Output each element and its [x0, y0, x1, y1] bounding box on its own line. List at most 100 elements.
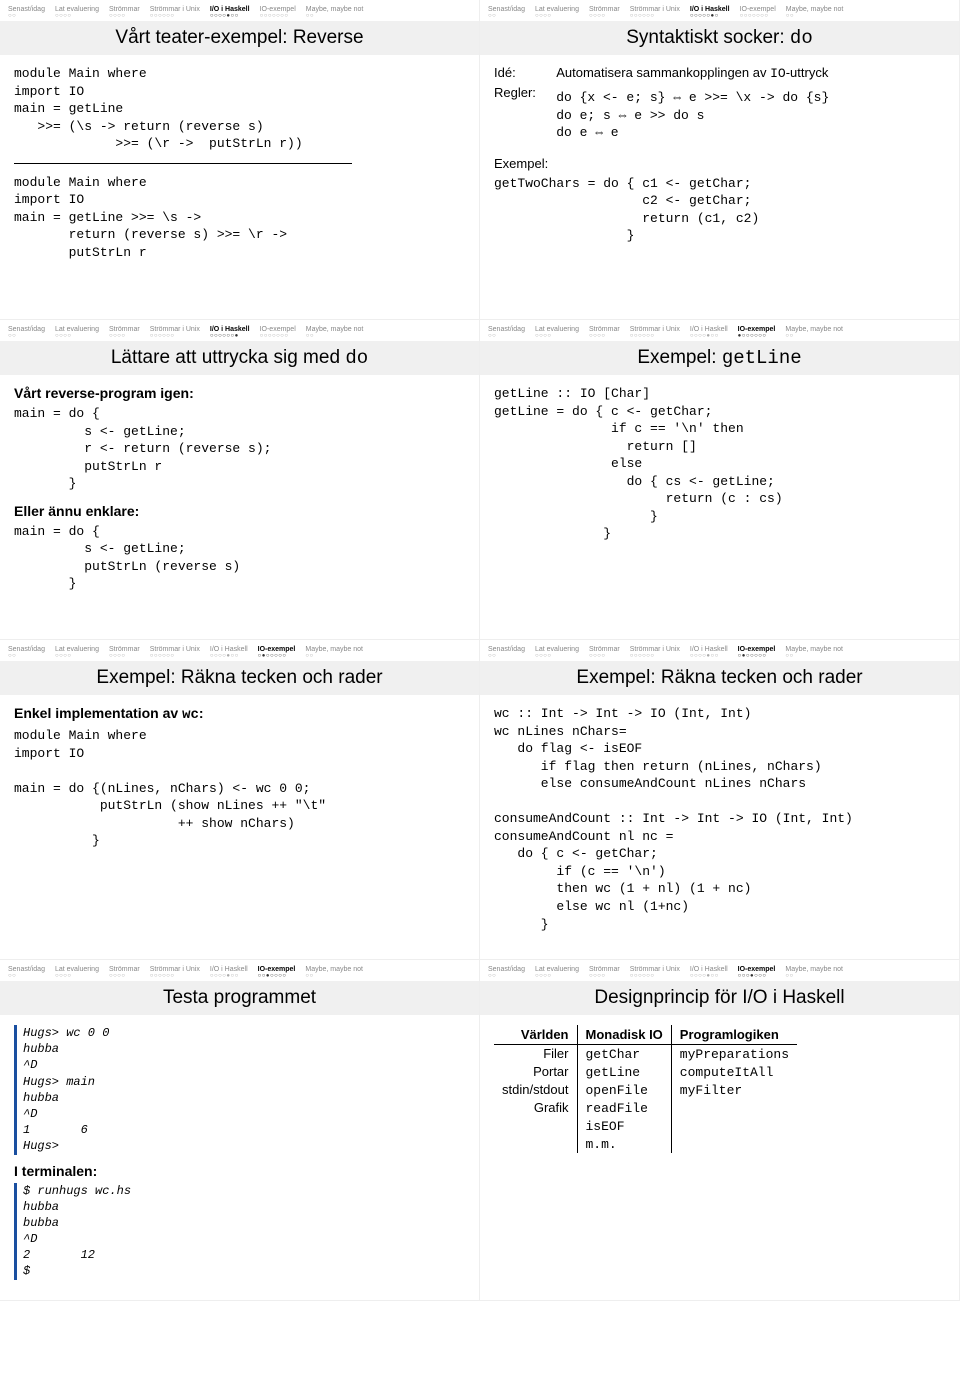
nav-tab-progress-dots: ○○ — [488, 653, 496, 659]
nav-tab[interactable]: Lat evaluering○○○○ — [535, 326, 579, 339]
nav-tab[interactable]: Strömmar i Unix○○○○○○ — [630, 966, 680, 979]
slide-title: Syntaktiskt socker: do — [480, 21, 959, 55]
nav-tab[interactable]: Senast/idag○○ — [488, 966, 525, 979]
nav-tab[interactable]: Maybe, maybe not○○ — [306, 6, 364, 19]
nav-tab[interactable]: Strömmar i Unix○○○○○○ — [630, 6, 680, 19]
term: Exempel: — [494, 156, 548, 171]
nav-tab-label: Strömmar — [109, 646, 140, 653]
nav-tab-label: I/O i Haskell — [210, 966, 248, 973]
nav-tab[interactable]: Strömmar i Unix○○○○○○ — [150, 326, 200, 339]
nav-tab[interactable]: I/O i Haskell○○○○●○○ — [690, 326, 728, 339]
divider — [14, 163, 352, 164]
nav-tab-progress-dots: ○○○○ — [535, 333, 552, 339]
slide-body: module Main where import IO main = getLi… — [8, 65, 471, 261]
nav-tab[interactable]: Strömmar○○○○ — [109, 6, 140, 19]
nav-tab[interactable]: Lat evaluering○○○○ — [535, 6, 579, 19]
nav-tab[interactable]: Maybe, maybe not○○ — [785, 966, 843, 979]
nav-tab[interactable]: Strömmar○○○○ — [589, 646, 620, 659]
nav-tab-progress-dots: ○○ — [786, 13, 794, 19]
nav-tab[interactable]: IO-exempel○○○●○○○ — [738, 966, 776, 979]
nav-tab[interactable]: Senast/idag○○ — [8, 326, 45, 339]
slide: Senast/idag○○ Lat evaluering○○○○ Strömmar○… — [0, 960, 480, 1301]
nav-tab-label: I/O i Haskell — [690, 966, 728, 973]
nav-tab[interactable]: IO-exempel○○●○○○○ — [258, 966, 296, 979]
nav-tab[interactable]: Strömmar i Unix○○○○○○ — [150, 6, 200, 19]
nav-tab[interactable]: Maybe, maybe not○○ — [786, 6, 844, 19]
nav-tab[interactable]: Lat evaluering○○○○ — [55, 646, 99, 659]
nav-tab[interactable]: Strömmar i Unix○○○○○○ — [150, 646, 200, 659]
nav-tab[interactable]: Lat evaluering○○○○ — [55, 966, 99, 979]
nav-tab[interactable]: Maybe, maybe not○○ — [305, 646, 363, 659]
nav-tab-progress-dots: ○○○○○○ — [630, 333, 655, 339]
nav-tab-label: Strömmar — [109, 326, 140, 333]
nav-tab[interactable]: IO-exempel○●○○○○○ — [738, 646, 776, 659]
nav-tab-progress-dots: ○○○○○○ — [150, 333, 175, 339]
nav-tab[interactable]: IO-exempel○○○○○○○ — [260, 6, 296, 19]
nav-tab[interactable]: IO-exempel●○○○○○○ — [738, 326, 776, 339]
nav-tab-label: IO-exempel — [260, 6, 296, 13]
nav-tab[interactable]: Strömmar○○○○ — [109, 966, 140, 979]
nav-tab[interactable]: Strömmar i Unix○○○○○○ — [150, 966, 200, 979]
table-cell: myPreparations — [671, 1045, 797, 1064]
nav-tab-progress-dots: ○●○○○○○ — [738, 653, 767, 659]
nav-tab[interactable]: Strömmar i Unix○○○○○○ — [630, 646, 680, 659]
nav-tab[interactable]: Senast/idag○○ — [488, 326, 525, 339]
nav-tab[interactable]: IO-exempel○○○○○○○ — [260, 326, 296, 339]
nav-tab[interactable]: I/O i Haskell○○○○●○○ — [210, 6, 250, 19]
nav-tab[interactable]: Strömmar i Unix○○○○○○ — [630, 326, 680, 339]
nav-tab[interactable]: Strömmar○○○○ — [109, 326, 140, 339]
terminal-output: $ runhugs wc.hs hubba bubba ^D 2 12 $ — [14, 1183, 465, 1280]
nav-tab[interactable]: Maybe, maybe not○○ — [306, 326, 364, 339]
nav-tab-progress-dots: ○○○○●○○ — [690, 973, 719, 979]
nav-tab[interactable]: I/O i Haskell○○○○●○○ — [690, 966, 728, 979]
nav-tab-progress-dots: ○○ — [305, 653, 313, 659]
nav-tab[interactable]: Senast/idag○○ — [8, 646, 45, 659]
nav-tab-label: Lat evaluering — [535, 966, 579, 973]
nav-tab[interactable]: Maybe, maybe not○○ — [785, 646, 843, 659]
nav-tab-progress-dots: ○○ — [785, 333, 793, 339]
slide-body: Vårt reverse-program igen:main = do { s … — [8, 385, 471, 593]
code-block: module Main where import IO main = getLi… — [14, 65, 465, 153]
nav-tab[interactable]: IO-exempel○●○○○○○ — [258, 646, 296, 659]
nav-tab[interactable]: Senast/idag○○ — [488, 6, 525, 19]
table-header: Monadisk IO — [577, 1025, 671, 1045]
nav-tab[interactable]: Strömmar○○○○ — [589, 966, 620, 979]
nav-tab-progress-dots: ○○○○○○○ — [740, 13, 769, 19]
table-cell: readFile — [577, 1099, 671, 1117]
table-cell: m.m. — [577, 1135, 671, 1153]
nav-tab[interactable]: Maybe, maybe not○○ — [785, 326, 843, 339]
nav-tab-label: Maybe, maybe not — [305, 646, 363, 653]
nav-tab-progress-dots: ○○ — [8, 13, 16, 19]
nav-tab[interactable]: Lat evaluering○○○○ — [55, 326, 99, 339]
table-header: Världen — [494, 1025, 577, 1045]
nav-tab[interactable]: Strömmar○○○○ — [109, 646, 140, 659]
nav-tab[interactable]: I/O i Haskell○○○○●○○ — [690, 646, 728, 659]
nav-tab-progress-dots: ○○ — [488, 973, 496, 979]
nav-tab[interactable]: Strömmar○○○○ — [589, 6, 620, 19]
nav-tab[interactable]: I/O i Haskell○○○○○○● — [210, 326, 250, 339]
nav-tab-progress-dots: ○○○○○○ — [150, 13, 175, 19]
nav-tab[interactable]: Maybe, maybe not○○ — [305, 966, 363, 979]
slide-body: Hugs> wc 0 0 hubba ^D Hugs> main hubba ^… — [8, 1025, 471, 1280]
nav-tab[interactable]: Senast/idag○○ — [8, 966, 45, 979]
nav-tab[interactable]: Senast/idag○○ — [488, 646, 525, 659]
code-block: module Main where import IO main = do {(… — [14, 727, 465, 850]
nav-tab[interactable]: Lat evaluering○○○○ — [535, 646, 579, 659]
table-cell — [494, 1135, 577, 1153]
nav-tab-progress-dots: ○○○○ — [109, 653, 126, 659]
nav-tab-progress-dots: ○○○○ — [589, 653, 606, 659]
nav-tab-label: Strömmar i Unix — [150, 646, 200, 653]
nav-tab-progress-dots: ●○○○○○○ — [738, 333, 767, 339]
nav-tab[interactable]: IO-exempel○○○○○○○ — [740, 6, 776, 19]
nav-tab-label: I/O i Haskell — [690, 646, 728, 653]
nav-tab[interactable]: Senast/idag○○ — [8, 6, 45, 19]
nav-tab-progress-dots: ○○○○○○○ — [260, 13, 289, 19]
nav-tab[interactable]: Lat evaluering○○○○ — [535, 966, 579, 979]
subheading: Vårt reverse-program igen: — [14, 385, 465, 401]
nav-tab-progress-dots: ○○○○ — [109, 13, 126, 19]
nav-tab[interactable]: Strömmar○○○○ — [589, 326, 620, 339]
nav-tab[interactable]: I/O i Haskell○○○○○●○ — [690, 6, 730, 19]
nav-tab[interactable]: I/O i Haskell○○○○●○○ — [210, 646, 248, 659]
nav-tab[interactable]: Lat evaluering○○○○ — [55, 6, 99, 19]
nav-tab[interactable]: I/O i Haskell○○○○●○○ — [210, 966, 248, 979]
